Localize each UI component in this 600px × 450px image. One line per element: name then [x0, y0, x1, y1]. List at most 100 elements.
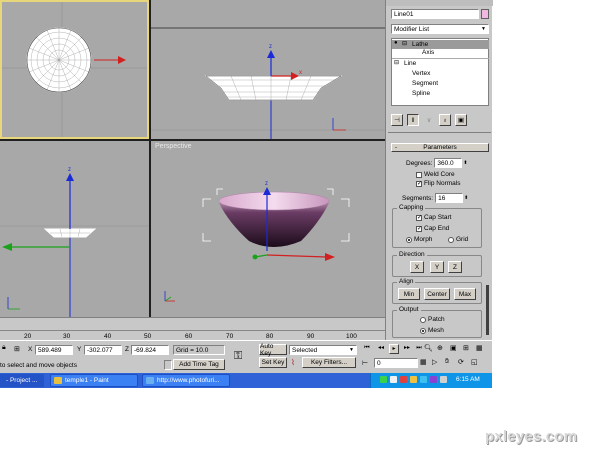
tray-icon-security[interactable] [400, 376, 407, 383]
stack-item-line[interactable]: ⊟ Line [392, 59, 489, 68]
tray-icon-update[interactable] [410, 376, 417, 383]
go-to-start-icon[interactable]: ⏮ [362, 344, 372, 354]
align-min-button[interactable]: Min [398, 288, 420, 300]
segments-spinner[interactable]: 16 [435, 193, 464, 203]
grid-radio[interactable] [448, 236, 454, 243]
cap-end-row[interactable]: ✓ Cap End [416, 225, 449, 232]
go-to-end-icon[interactable]: ⏭ [414, 344, 424, 354]
stack-toolbar-divider [388, 132, 491, 133]
next-frame-icon[interactable]: ▸▸ [402, 344, 412, 354]
current-frame-field[interactable]: 0 [374, 358, 418, 368]
viewport-front[interactable]: z x [151, 0, 385, 139]
cap-end-label: Cap End [424, 225, 450, 232]
add-time-tag-button[interactable]: Add Time Tag [173, 359, 225, 370]
degrees-spinner[interactable]: 360.0 [434, 158, 463, 168]
viewport-perspective[interactable]: Perspective z [151, 141, 385, 317]
configure-modifier-sets-icon[interactable]: ▣ [455, 114, 467, 126]
weld-core-checkbox[interactable] [416, 171, 422, 178]
play-icon[interactable]: ▸ [389, 344, 399, 354]
zoom-extents-all-icon[interactable]: ⊞ [463, 344, 469, 352]
x-coord-field[interactable]: 589.489 [35, 345, 73, 355]
weld-core-label: Weld Core [424, 171, 455, 178]
flip-normals-row[interactable]: ✓ Flip Normals [416, 180, 460, 187]
taskbar-item-project[interactable]: - Project ... [0, 374, 44, 387]
tray-icon-antivirus[interactable] [430, 376, 437, 383]
stack-item-lathe[interactable]: ● ⊟ Lathe [392, 40, 489, 49]
align-max-button[interactable]: Max [454, 288, 476, 300]
stack-toolbar: ⊣ ‖ ∨ ♁ ▣ [391, 114, 489, 128]
y-coord-field[interactable]: -302.077 [84, 345, 122, 355]
modifier-stack[interactable]: ● ⊟ Lathe Axis ⊟ Line Vertex Segment Spl… [391, 38, 489, 106]
previous-frame-icon[interactable]: ◂◂ [376, 344, 386, 354]
pan-icon[interactable]: ✋︎ [445, 358, 449, 366]
taskbar-item-label: temple1 - Paint [65, 377, 109, 384]
viewport-left[interactable]: z [0, 141, 149, 317]
object-color-swatch[interactable] [481, 9, 489, 19]
timeline-tick: 80 [266, 333, 274, 340]
taskbar-item-browser[interactable]: http://www.photofuri... [142, 374, 230, 387]
weld-core-row[interactable]: Weld Core [416, 171, 455, 178]
spinner-arrows-icon[interactable]: ⬍ [463, 160, 467, 166]
grid-row[interactable]: Grid [448, 236, 468, 243]
flip-normals-checkbox[interactable]: ✓ [416, 180, 422, 187]
grid-toggle-icon[interactable]: ▦ [476, 344, 483, 352]
direction-x-button[interactable]: X [410, 261, 424, 273]
object-name-field[interactable]: Line01 [391, 9, 479, 19]
tray-icon-network[interactable] [380, 376, 387, 383]
selection-set-dropdown[interactable]: Selected ▼ [289, 345, 357, 355]
stack-item-vertex[interactable]: Vertex [392, 69, 489, 78]
y-coord-label: Y [77, 346, 82, 353]
taskbar-item-paint[interactable]: temple1 - Paint [50, 374, 138, 387]
cap-start-row[interactable]: ✓ Cap Start [416, 214, 451, 221]
stack-item-axis[interactable]: Axis [392, 49, 489, 57]
auto-key-button[interactable]: Auto Key [259, 343, 287, 357]
cap-start-checkbox[interactable]: ✓ [416, 214, 422, 221]
mesh-radio[interactable] [420, 327, 426, 334]
zoom-icon[interactable]: 🔍︎ [424, 344, 433, 352]
key-mode-icon[interactable]: ⊢ [362, 359, 368, 367]
show-end-result-icon[interactable]: ‖ [407, 114, 419, 126]
time-tag-icon[interactable] [164, 360, 172, 370]
grid-label: Grid [456, 236, 469, 243]
cap-end-checkbox[interactable]: ✓ [416, 225, 422, 232]
key-icon[interactable]: ⚿ [234, 350, 242, 363]
align-title: Align [397, 278, 416, 285]
morph-row[interactable]: Morph [406, 236, 432, 243]
morph-radio[interactable] [406, 236, 412, 243]
parameters-rollout-header[interactable]: - Parameters [391, 143, 489, 152]
zoom-all-icon[interactable]: ⊕ [437, 344, 443, 352]
arc-rotate-icon[interactable]: ⟳ [458, 358, 464, 366]
remove-modifier-icon[interactable]: ♁ [439, 114, 451, 126]
time-configuration-icon[interactable]: ▦ [420, 358, 427, 366]
lock-selection-icon[interactable]: 🔒︎ [2, 344, 6, 352]
panel-scrollbar[interactable] [486, 285, 489, 335]
stack-item-segment[interactable]: Segment [392, 79, 489, 88]
maximize-viewport-icon[interactable]: ◱ [471, 358, 478, 366]
align-center-button[interactable]: Center [424, 288, 450, 300]
set-key-button[interactable]: Set Key [259, 357, 287, 368]
absolute-mode-icon[interactable]: ⊞ [14, 345, 20, 353]
zoom-extents-icon[interactable]: ▣ [450, 344, 457, 352]
field-of-view-icon[interactable]: ▷ [432, 358, 437, 366]
tray-clock[interactable]: 6:15 AM [456, 376, 480, 383]
key-filters-button[interactable]: Key Filters... [302, 357, 356, 368]
tray-icon-display[interactable] [440, 376, 447, 383]
patch-radio[interactable] [420, 316, 426, 323]
spinner-arrows-icon[interactable]: ⬍ [464, 195, 468, 201]
direction-y-button[interactable]: Y [430, 261, 444, 273]
make-unique-icon[interactable]: ∨ [423, 114, 435, 126]
viewport-top[interactable] [0, 0, 149, 139]
stack-item-spline[interactable]: Spline [392, 89, 489, 98]
tray-icon-volume[interactable] [390, 376, 397, 383]
tray-icon-messenger[interactable] [420, 376, 427, 383]
z-coord-field[interactable]: -69.824 [131, 345, 169, 355]
mesh-row[interactable]: Mesh [420, 327, 444, 334]
modifier-list-dropdown[interactable]: Modifier List ▼ [391, 24, 489, 34]
key-filters-icon[interactable]: ⌇ [291, 358, 295, 367]
patch-row[interactable]: Patch [420, 316, 445, 323]
direction-z-button[interactable]: Z [448, 261, 462, 273]
pin-stack-icon[interactable]: ⊣ [391, 114, 403, 126]
collapse-icon: ⊟ [394, 60, 400, 66]
parameters-title: Parameters [423, 144, 457, 151]
track-bar[interactable] [0, 317, 385, 340]
